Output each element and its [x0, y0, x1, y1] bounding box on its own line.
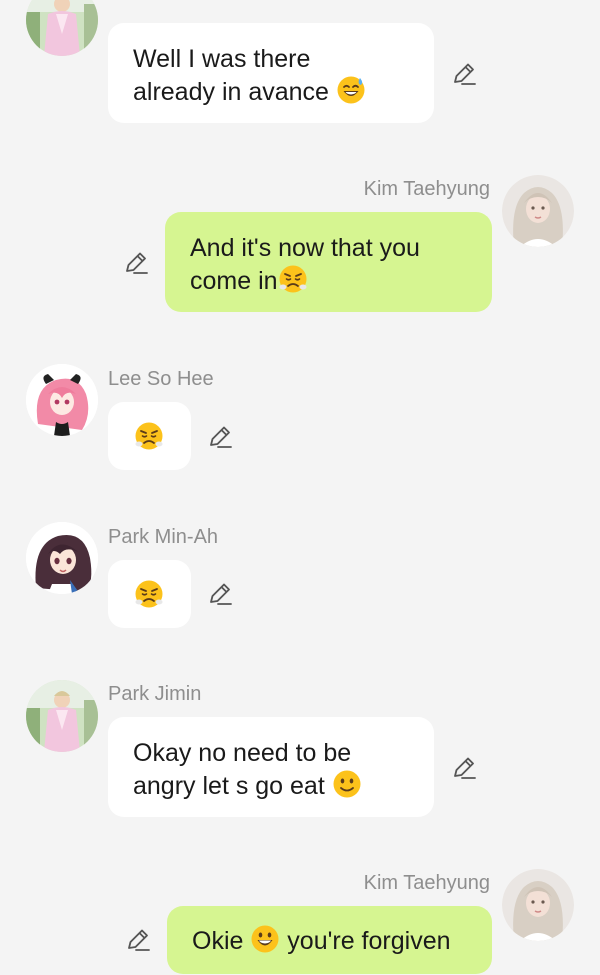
avatar-kim-taehyung[interactable] [502, 175, 574, 247]
message-bubble[interactable]: Okay no need to be angry let s go eat [108, 717, 434, 817]
angry-huff-emoji [134, 421, 164, 451]
angry-huff-emoji [278, 264, 308, 294]
message-bubble[interactable]: Okie you're forgiven [167, 906, 492, 974]
message-text-line: Well I was there [133, 45, 311, 73]
slight-smile-emoji [332, 769, 362, 799]
message-text-line: already in avance [133, 78, 329, 106]
angry-huff-emoji [134, 579, 164, 609]
grin-emoji [250, 924, 280, 954]
message-text-line: And it's now that you [190, 234, 420, 262]
message-bubble[interactable] [108, 560, 191, 628]
sender-name: Kim Taehyung [363, 178, 490, 200]
message-bubble[interactable]: And it's now that you come in [165, 212, 492, 312]
avatar-park-jimin[interactable] [26, 0, 98, 56]
message-bubble[interactable] [108, 402, 191, 470]
avatar-park-jimin[interactable] [26, 680, 98, 752]
message-text-line: angry let s go eat [133, 772, 332, 800]
message-text-part: you're forgiven [280, 927, 451, 955]
pencil-edit-icon[interactable] [206, 423, 234, 451]
sender-name: Park Jimin [108, 683, 202, 705]
message-text-part: Okie [192, 927, 251, 955]
pencil-edit-icon[interactable] [122, 249, 150, 277]
avatar-kim-taehyung[interactable] [502, 869, 574, 941]
pencil-edit-icon[interactable] [450, 754, 478, 782]
sweat-smile-emoji [336, 75, 366, 105]
sender-name: Lee So Hee [108, 368, 214, 390]
sender-name: Park Min-Ah [108, 526, 219, 548]
pencil-edit-icon[interactable] [206, 580, 234, 608]
pencil-edit-icon[interactable] [450, 60, 478, 88]
message-text-line: come in [190, 267, 278, 295]
message-bubble[interactable]: Well I was there already in avance [108, 23, 434, 123]
pencil-edit-icon[interactable] [124, 926, 152, 954]
avatar-park-min-ah[interactable] [26, 522, 98, 594]
sender-name: Kim Taehyung [363, 872, 490, 894]
avatar-lee-so-hee[interactable] [26, 364, 98, 436]
message-text-line: Okay no need to be [133, 739, 352, 767]
